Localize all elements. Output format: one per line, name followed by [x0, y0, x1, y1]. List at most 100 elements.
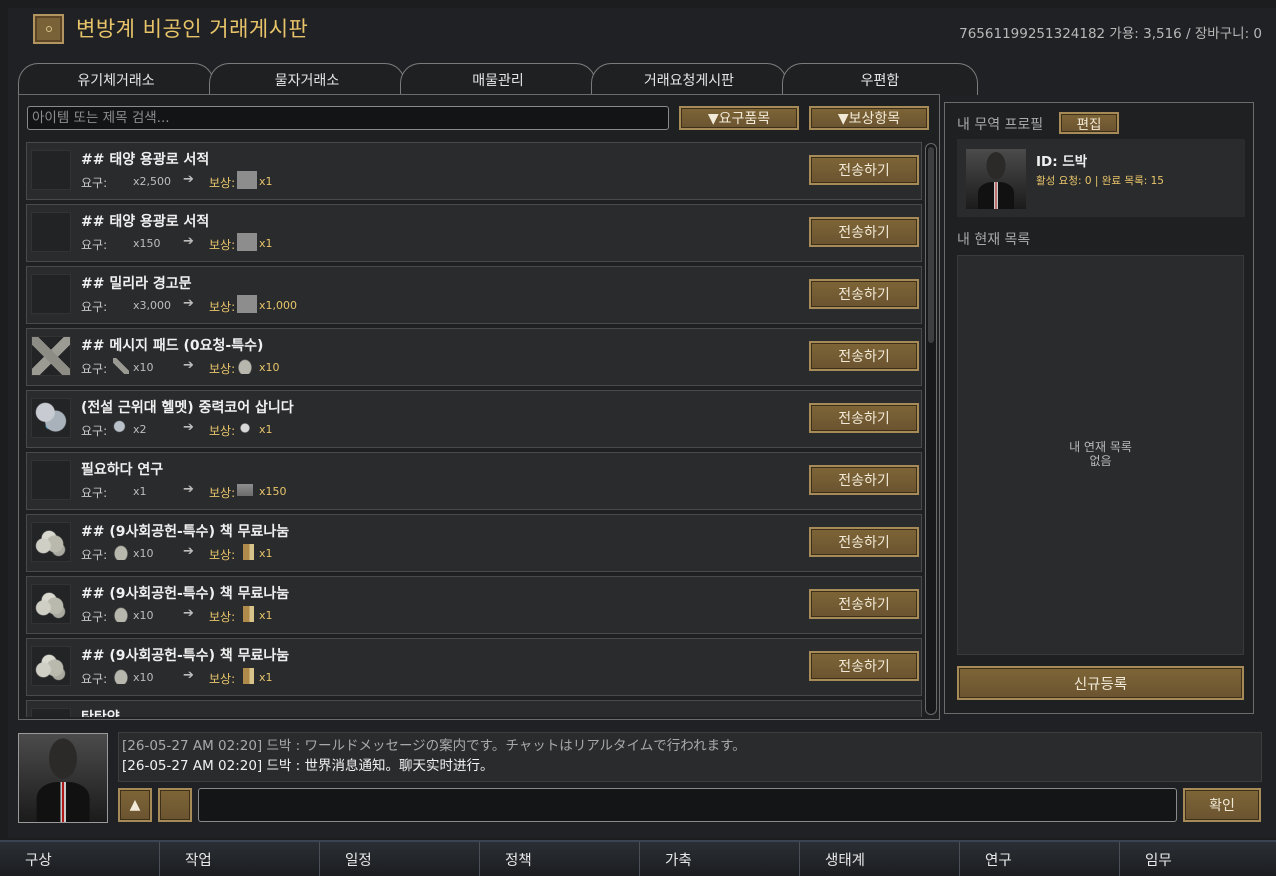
trade-request-row[interactable]: ## 태양 용광로 서적 요구: x150 ➔ 보상: x1 전송하기	[26, 204, 922, 262]
gray-box-reward-icon	[237, 295, 257, 313]
tab-listing-management[interactable]: 매물관리	[400, 63, 596, 95]
send-button[interactable]: 전송하기	[809, 341, 919, 371]
app-window: 변방계 비공인 거래게시판 76561199251324182 가용: 3,51…	[0, 0, 1276, 876]
send-button[interactable]: 전송하기	[809, 155, 919, 185]
required-label: 요구:	[81, 548, 108, 562]
reward-label: 보상:	[209, 610, 236, 624]
orb-required-icon	[113, 420, 129, 436]
arrow-right-icon: ➔	[183, 358, 194, 373]
empty-list-line2: 없음	[1089, 454, 1112, 468]
nav-livestock[interactable]: 가축	[640, 842, 800, 876]
trade-request-row[interactable]: 탄탄약	[26, 700, 922, 717]
required-label: 요구:	[81, 610, 108, 624]
profile-avatar	[966, 149, 1026, 209]
app-logo-icon	[33, 14, 64, 44]
edit-profile-button[interactable]: 편집	[1059, 112, 1119, 134]
reward-quantity: x1	[259, 609, 273, 622]
my-trade-profile-panel: 내 무역 프로필 편집 ID: 드박 활성 요청: 0 | 완료 목록: 15 …	[944, 102, 1254, 714]
item-thumbnail	[31, 212, 71, 252]
send-button[interactable]: 전송하기	[809, 279, 919, 309]
nav-plan[interactable]: 구상	[0, 842, 160, 876]
item-thumbnail	[31, 708, 71, 717]
profile-id: ID: 드박	[1036, 154, 1088, 170]
chat-log: [26-05-27 AM 02:20] 드박 : ワールドメッセージの案内です。…	[118, 732, 1262, 782]
scrollbar-thumb[interactable]	[928, 147, 934, 343]
required-quantity: x10	[133, 609, 154, 622]
user-balance-info: 76561199251324182 가용: 3,516 / 장바구니: 0	[959, 26, 1262, 42]
book-reward-icon	[243, 668, 254, 684]
trade-request-list: ## 태양 용광로 서적 요구: x2,500 ➔ 보상: x1 전송하기 ## 태양 용광…	[26, 142, 924, 717]
tab-mailbox[interactable]: 우편함	[782, 63, 978, 95]
arrow-right-icon: ➔	[183, 420, 194, 435]
chat-channel-button[interactable]	[158, 788, 192, 822]
tray-reward-icon	[237, 484, 253, 496]
profile-stats: 활성 요청: 0 | 완료 목록: 15	[1036, 175, 1164, 187]
tab-organism-exchange[interactable]: 유기체거래소	[18, 63, 214, 95]
trade-request-row[interactable]: ## (9사회공헌-특수) 책 무료나눔 요구: x10 ➔ 보상: x1 전송하기	[26, 514, 922, 572]
tab-goods-exchange[interactable]: 물자거래소	[209, 63, 405, 95]
nav-policy[interactable]: 정책	[480, 842, 640, 876]
new-listing-button[interactable]: 신규등록	[957, 666, 1244, 700]
required-quantity: x10	[133, 547, 154, 560]
reward-quantity: x1	[259, 671, 273, 684]
arrow-right-icon: ➔	[183, 482, 194, 497]
bottom-nav-bar: 구상 작업 일정 정책 가축 생태계 연구 임무	[0, 840, 1276, 876]
nav-schedule[interactable]: 일정	[320, 842, 480, 876]
reward-label: 보상:	[209, 176, 236, 190]
send-button[interactable]: 전송하기	[809, 217, 919, 247]
required-quantity: x2,500	[133, 175, 172, 188]
search-input[interactable]: 아이템 또는 제목 검색...	[27, 106, 669, 130]
reward-label: 보상:	[209, 672, 236, 686]
chat-input[interactable]	[198, 788, 1177, 822]
request-title: ## (9사회공헌-특수) 책 무료나눔	[81, 524, 290, 540]
request-title: ## 메시지 패드 (0요청-특수)	[81, 338, 264, 354]
arrow-right-icon: ➔	[183, 668, 194, 683]
nav-research[interactable]: 연구	[960, 842, 1120, 876]
required-quantity: x10	[133, 671, 154, 684]
list-scrollbar[interactable]	[925, 143, 937, 715]
request-title: (전설 근위대 헬멧) 중력코어 삽니다	[81, 400, 294, 416]
reward-label: 보상:	[209, 424, 236, 438]
current-list-label: 내 현재 목록	[957, 232, 1031, 248]
chat-send-button[interactable]: 확인	[1183, 788, 1261, 822]
trade-request-row[interactable]: ## 밀리라 경고문 요구: x3,000 ➔ 보상: x1,000 전송하기	[26, 266, 922, 324]
reward-quantity: x1	[259, 547, 273, 560]
reward-quantity: x1	[259, 175, 273, 188]
request-title: ## 태양 용광로 서적	[81, 214, 210, 230]
trade-request-row[interactable]: (전설 근위대 헬멧) 중력코어 삽니다 요구: x2 ➔ 보상: x1 전송하기	[26, 390, 922, 448]
send-button[interactable]: 전송하기	[809, 589, 919, 619]
send-button[interactable]: 전송하기	[809, 403, 919, 433]
send-button[interactable]: 전송하기	[809, 527, 919, 557]
send-button[interactable]: 전송하기	[809, 465, 919, 495]
stone-required-icon	[113, 606, 129, 622]
chat-message: [26-05-27 AM 02:20] 드박 : 世界消息通知。聊天实时进行。	[122, 758, 494, 774]
empty-list-message: 내 연재 목록 없음	[958, 440, 1243, 468]
stone-reward-icon	[237, 358, 253, 374]
trade-request-row[interactable]: ## 태양 용광로 서적 요구: x2,500 ➔ 보상: x1 전송하기	[26, 142, 922, 200]
nav-ecosystem[interactable]: 생태계	[800, 842, 960, 876]
trade-request-row[interactable]: ## (9사회공헌-특수) 책 무료나눔 요구: x10 ➔ 보상: x1 전송하기	[26, 576, 922, 634]
reward-quantity: x1	[259, 423, 273, 436]
reward-label: 보상:	[209, 300, 236, 314]
nav-work[interactable]: 작업	[160, 842, 320, 876]
chat-expand-button[interactable]: ▲	[118, 788, 152, 822]
reward-label: 보상:	[209, 486, 236, 500]
arrow-right-icon: ➔	[183, 234, 194, 249]
required-label: 요구:	[81, 486, 108, 500]
trade-request-row[interactable]: 필요하다 연구 요구: x1 ➔ 보상: x150 전송하기	[26, 452, 922, 510]
required-label: 요구:	[81, 672, 108, 686]
required-items-filter-button[interactable]: ▼요구품목	[679, 106, 799, 130]
tab-trade-request-board[interactable]: 거래요청게시판	[591, 63, 787, 95]
my-current-list: 내 연재 목록 없음	[957, 255, 1244, 655]
trade-request-row[interactable]: ## 메시지 패드 (0요청-특수) 요구: x10 ➔ 보상: x10 전송하기	[26, 328, 922, 386]
send-button[interactable]: 전송하기	[809, 651, 919, 681]
stones-item-icon	[31, 522, 71, 562]
nav-mission[interactable]: 임무	[1120, 842, 1276, 876]
reward-items-filter-button[interactable]: ▼보상항목	[809, 106, 929, 130]
reward-quantity: x150	[259, 485, 287, 498]
reward-label: 보상:	[209, 548, 236, 562]
required-label: 요구:	[81, 176, 108, 190]
orb-item-icon	[31, 398, 71, 438]
arrow-right-icon: ➔	[183, 296, 194, 311]
trade-request-row[interactable]: ## (9사회공헌-특수) 책 무료나눔 요구: x10 ➔ 보상: x1 전송하기	[26, 638, 922, 696]
